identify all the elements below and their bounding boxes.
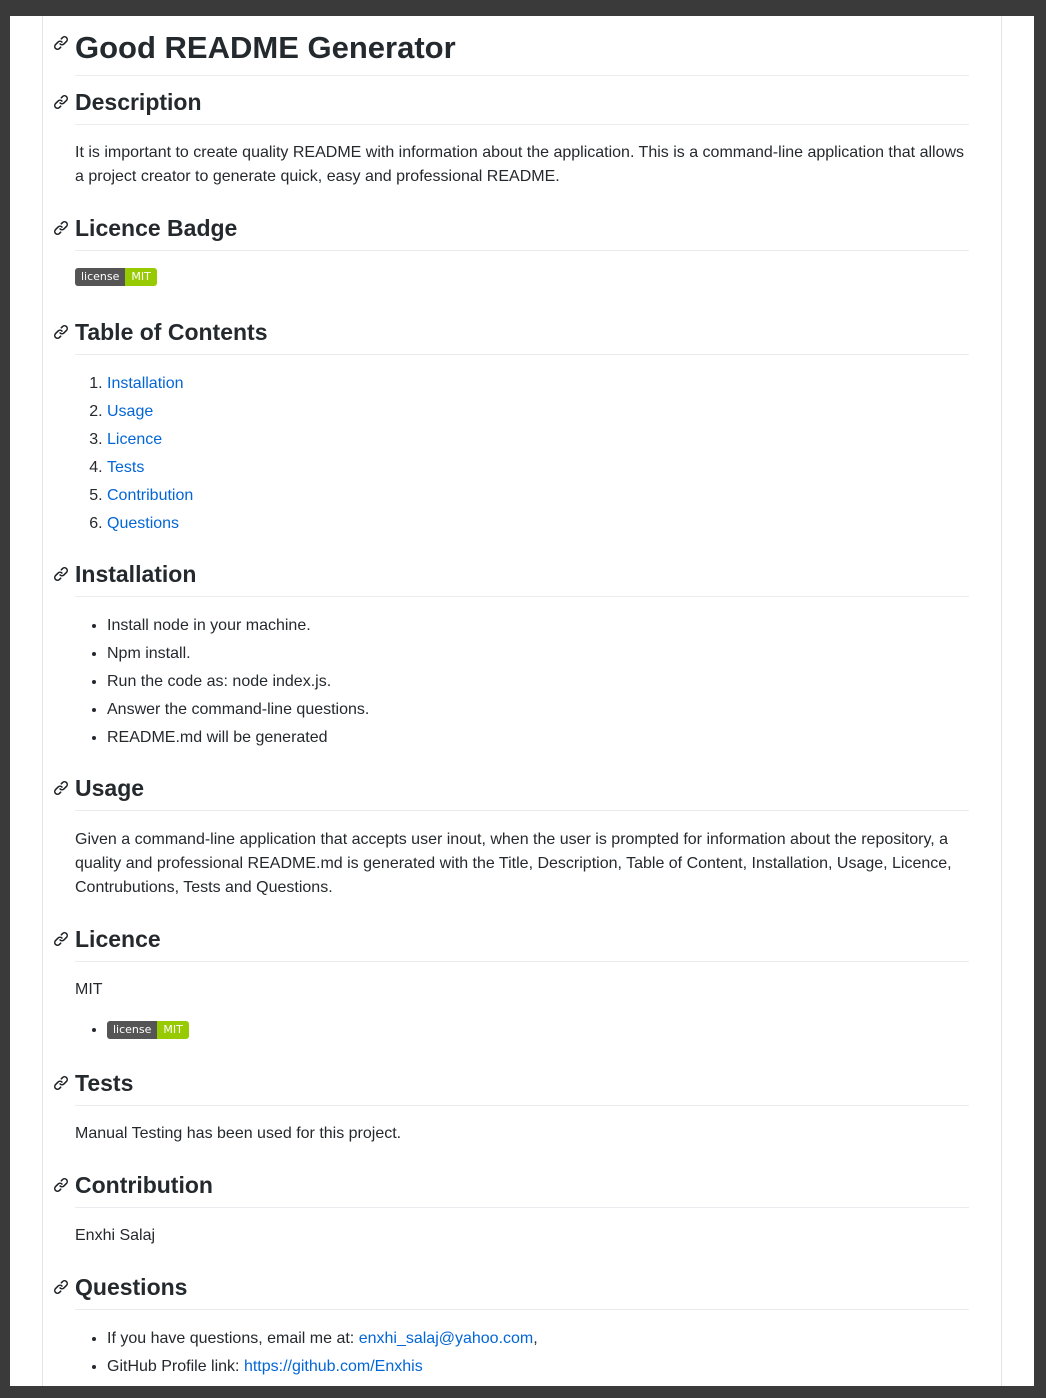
heading-tests: Tests (75, 1068, 969, 1106)
heading-description: Description (75, 87, 969, 125)
usage-text: Given a command-line application that ac… (75, 831, 952, 896)
licence-badge-paragraph: license MIT (75, 265, 969, 289)
link-icon[interactable] (53, 1279, 69, 1295)
list-item: Answer the command-line questions. (107, 698, 969, 726)
heading-usage: Usage (75, 773, 969, 811)
toc-list: Installation Usage Licence Tests Contrib… (75, 372, 969, 540)
page-title-text: Good README Generator (75, 30, 456, 65)
list-item: README.md will be generated (107, 726, 969, 754)
link-icon[interactable] (53, 566, 69, 582)
list-item: If you have questions, email me at: enxh… (107, 1327, 969, 1355)
link-icon[interactable] (53, 94, 69, 110)
toc-link-contribution[interactable]: Contribution (107, 487, 193, 504)
heading-licence-badge: Licence Badge (75, 213, 969, 251)
page-title: Good README Generator (75, 29, 969, 76)
list-item: Install node in your machine. (107, 614, 969, 642)
toc-item: Contribution (107, 484, 969, 512)
tests-text: Manual Testing has been used for this pr… (75, 1125, 402, 1142)
toc-link-usage[interactable]: Usage (107, 403, 153, 420)
link-icon[interactable] (53, 780, 69, 796)
description-text: It is important to create quality README… (75, 144, 965, 185)
toc-item: Installation (107, 372, 969, 400)
link-icon[interactable] (53, 220, 69, 236)
link-icon[interactable] (53, 1177, 69, 1193)
toc-item: Usage (107, 400, 969, 428)
license-badge[interactable]: licenseMIT (75, 267, 157, 286)
toc-link-licence[interactable]: Licence (107, 431, 162, 448)
toc-link-installation[interactable]: Installation (107, 375, 184, 392)
heading-licence: Licence (75, 924, 969, 962)
contribution-text: Enxhi Salaj (75, 1227, 156, 1244)
link-icon[interactable] (53, 1075, 69, 1091)
licence-text: MIT (75, 981, 103, 998)
link-icon[interactable] (53, 931, 69, 947)
toc-item: Licence (107, 428, 969, 456)
github-profile-link[interactable]: https://github.com/Enxhis (244, 1358, 423, 1375)
email-link[interactable]: enxhi_salaj@yahoo.com (359, 1330, 534, 1347)
heading-questions: Questions (75, 1272, 969, 1310)
list-item: GitHub Profile link: https://github.com/… (107, 1355, 969, 1383)
toc-link-questions[interactable]: Questions (107, 515, 179, 532)
licence-badge-list: licenseMIT (75, 1018, 969, 1046)
browser-window: Good README Generator Description It is … (10, 16, 1034, 1386)
questions-list: If you have questions, email me at: enxh… (75, 1327, 969, 1383)
markdown-body: Good README Generator Description It is … (42, 16, 1002, 1386)
link-icon[interactable] (53, 35, 69, 51)
heading-installation: Installation (75, 559, 969, 597)
link-icon[interactable] (53, 324, 69, 340)
list-item: Run the code as: node index.js. (107, 670, 969, 698)
list-item: licenseMIT (107, 1018, 969, 1046)
toc-link-tests[interactable]: Tests (107, 459, 144, 476)
license-badge[interactable]: licenseMIT (107, 1020, 189, 1039)
heading-contribution: Contribution (75, 1170, 969, 1208)
toc-item: Tests (107, 456, 969, 484)
toc-item: Questions (107, 512, 969, 540)
list-item: Npm install. (107, 642, 969, 670)
heading-table-of-contents: Table of Contents (75, 317, 969, 355)
installation-list: Install node in your machine. Npm instal… (75, 614, 969, 754)
